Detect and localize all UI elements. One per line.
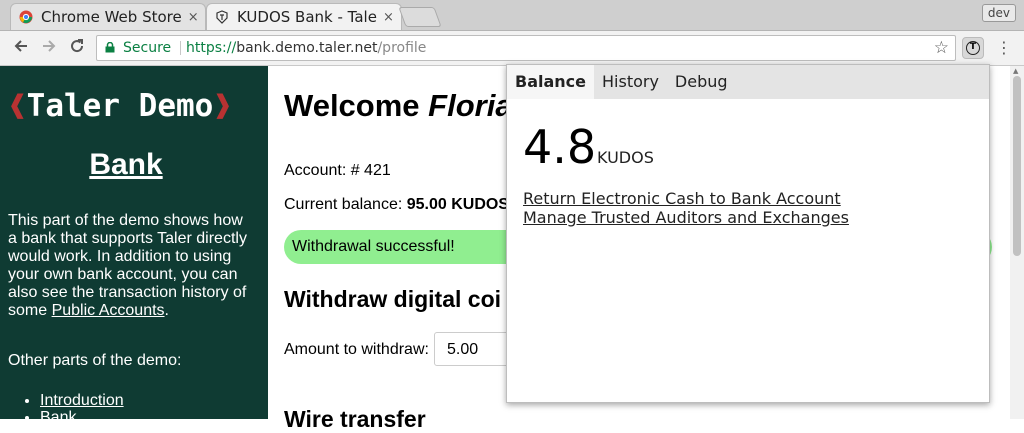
wallet-balance-currency: KUDOS — [597, 148, 654, 167]
dev-channel-badge: dev — [981, 4, 1016, 22]
other-parts-heading: Other parts of the demo: — [8, 352, 182, 369]
logo-text: Taler Demo — [26, 88, 214, 124]
scrollbar-thumb[interactable] — [1013, 76, 1021, 256]
taler-favicon-icon — [216, 10, 228, 24]
back-arrow-icon[interactable] — [10, 37, 32, 59]
close-icon[interactable]: × — [182, 10, 199, 25]
tab-title: KUDOS Bank - Tale — [237, 8, 377, 26]
sidebar: ❰Taler Demo❱ Bank This part of the demo … — [0, 66, 268, 426]
withdraw-heading: Withdraw digital coi — [284, 286, 502, 312]
new-tab-button[interactable] — [398, 7, 442, 27]
page-title: Welcome Floria — [284, 88, 513, 124]
amount-label: Amount to withdraw: — [284, 341, 429, 358]
balance-label: Current balance: — [284, 196, 407, 213]
balance-value: 95.00 KUDOS — [406, 196, 509, 213]
forward-arrow-icon[interactable] — [38, 37, 60, 59]
taler-wallet-popup: Balance History Debug 4.8 KUDOS Return E… — [506, 64, 990, 403]
return-cash-link[interactable]: Return Electronic Cash to Bank Account — [523, 189, 841, 208]
browser-toolbar: Secure https://bank.demo.taler.net/profi… — [0, 31, 1024, 66]
omnibox-divider — [180, 41, 181, 55]
tab-debug[interactable]: Debug — [667, 65, 736, 99]
intro-end: . — [164, 302, 169, 319]
arrow-left-icon — [14, 40, 27, 52]
secure-label: Secure — [123, 40, 172, 56]
list-item: Bank — [40, 409, 124, 426]
url-path: /profile — [377, 40, 427, 56]
arrow-right-icon — [43, 40, 56, 52]
taler-wallet-extension-icon[interactable]: T — [962, 37, 984, 59]
taler-t-icon: T — [966, 41, 980, 55]
lock-icon — [105, 42, 115, 53]
tab-balance[interactable]: Balance — [507, 65, 594, 99]
url-text: https://bank.demo.taler.net/profile — [186, 36, 426, 60]
browser-menu-icon[interactable]: ⋮ — [996, 37, 1012, 59]
public-accounts-link[interactable]: Public Accounts — [52, 302, 165, 319]
wallet-tabs: Balance History Debug — [507, 65, 989, 99]
url-host: bank.demo.taler.net — [236, 40, 378, 56]
tab-history[interactable]: History — [594, 65, 667, 99]
logo-bracket-left: ❰ — [8, 88, 27, 124]
account-number: Account: # 421 — [284, 162, 391, 179]
wallet-balance-amount: 4.8 — [523, 120, 597, 174]
welcome-prefix: Welcome — [284, 88, 429, 123]
bank-link[interactable]: Bank — [40, 409, 76, 426]
current-balance: Current balance: 95.00 KUDOS — [284, 196, 509, 214]
bank-title-link[interactable]: Bank — [0, 148, 252, 182]
tab-title: Chrome Web Store — [41, 8, 182, 26]
tab-strip: Chrome Web Store × KUDOS Bank - Tale × d… — [0, 0, 1024, 31]
tab-chrome-web-store[interactable]: Chrome Web Store × — [10, 3, 206, 30]
close-icon[interactable]: × — [377, 10, 394, 25]
reload-arrow-icon — [71, 39, 84, 53]
scroll-up-icon[interactable]: ▲ — [1013, 67, 1018, 75]
page-scrollbar[interactable]: ▲ — [1010, 66, 1024, 419]
address-bar[interactable]: Secure https://bank.demo.taler.net/profi… — [96, 35, 956, 61]
introduction-link[interactable]: Introduction — [40, 392, 124, 409]
user-name: Floria — [428, 88, 513, 123]
wire-transfer-heading: Wire transfer — [284, 406, 426, 432]
url-scheme: https:// — [186, 40, 237, 56]
manage-auditors-link[interactable]: Manage Trusted Auditors and Exchanges — [523, 208, 849, 227]
bookmark-star-icon[interactable]: ☆ — [934, 36, 949, 60]
tab-kudos-bank[interactable]: KUDOS Bank - Tale × — [206, 3, 402, 30]
chrome-web-store-icon — [19, 10, 33, 24]
logo-bracket-right: ❱ — [213, 88, 232, 124]
taler-demo-logo[interactable]: ❰Taler Demo❱ — [8, 88, 232, 124]
reload-icon[interactable] — [66, 37, 88, 59]
intro-paragraph: This part of the demo shows how a bank t… — [8, 212, 252, 320]
list-item: Introduction — [40, 392, 124, 409]
demo-parts-list: Introduction Bank — [18, 392, 124, 426]
